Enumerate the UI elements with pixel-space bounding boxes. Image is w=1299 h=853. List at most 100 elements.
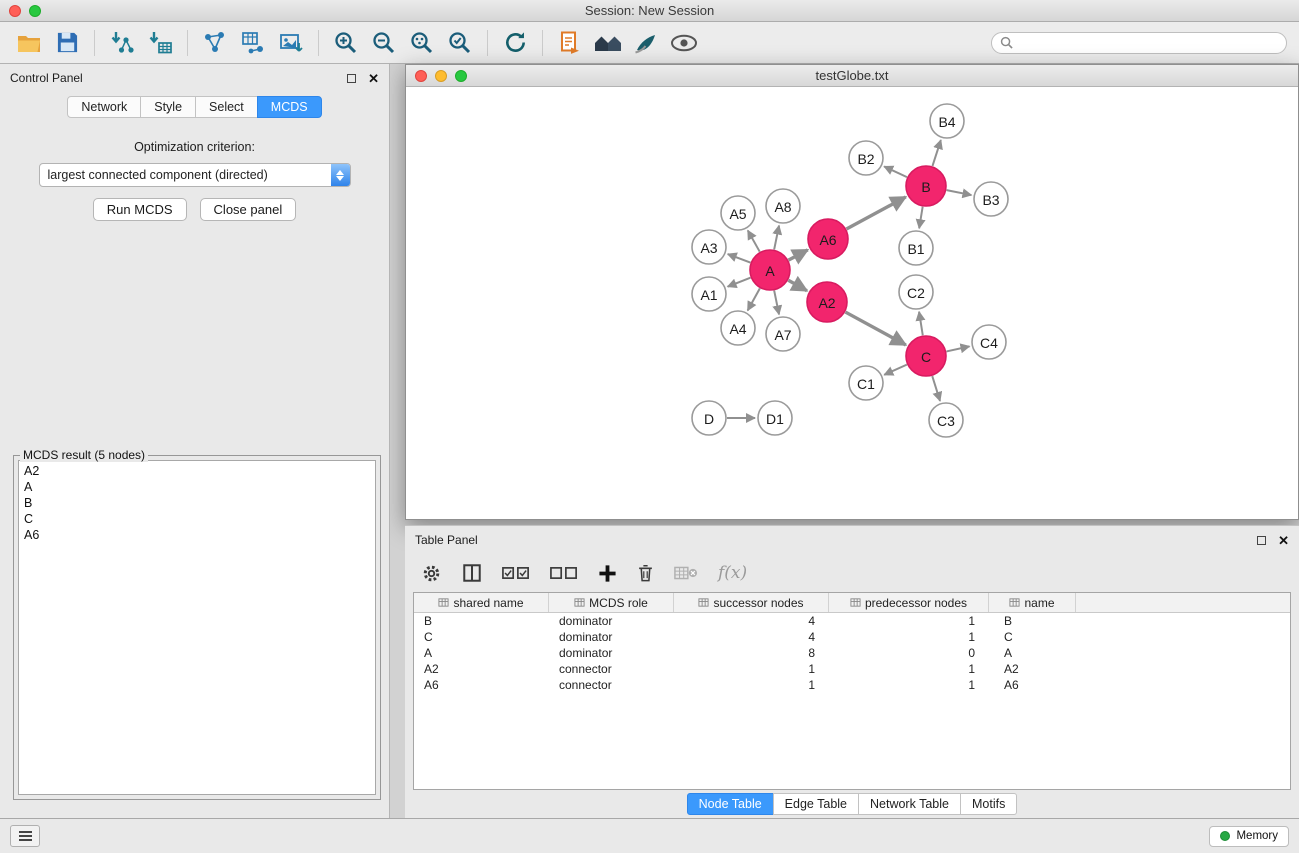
column-header-shared-name[interactable]: shared name	[414, 593, 549, 612]
node-A3[interactable]: A3	[692, 230, 726, 264]
node-A5[interactable]: A5	[721, 196, 755, 230]
tab-network[interactable]: Network	[67, 96, 141, 118]
import-network-icon[interactable]	[106, 27, 138, 59]
edge-A-A1[interactable]	[728, 278, 751, 287]
node-A1[interactable]: A1	[692, 277, 726, 311]
node-B4[interactable]: B4	[930, 104, 964, 138]
node-A7[interactable]: A7	[766, 317, 800, 351]
tab-select[interactable]: Select	[195, 96, 258, 118]
network-canvas[interactable]: B4B2BB3A5A8A6B1A3AC2A1A2A4A7CC4C1C3DD1	[406, 87, 1298, 519]
edge-A-A7[interactable]	[774, 291, 779, 315]
search-field[interactable]	[991, 32, 1287, 54]
edge-B-B2[interactable]	[884, 166, 907, 177]
refresh-icon[interactable]	[499, 27, 531, 59]
node-A6[interactable]: A6	[808, 219, 848, 259]
zoom-fit-icon[interactable]	[406, 27, 438, 59]
node-C4[interactable]: C4	[972, 325, 1006, 359]
result-item[interactable]: A	[24, 479, 370, 495]
result-item[interactable]: B	[24, 495, 370, 511]
float-table-panel-icon[interactable]	[1257, 536, 1266, 545]
edge-A-A4[interactable]	[748, 288, 760, 310]
memory-button[interactable]: Memory	[1209, 826, 1289, 847]
close-panel-button[interactable]: Close panel	[200, 198, 297, 221]
zoom-in-icon[interactable]	[330, 27, 362, 59]
table-settings-gear-icon[interactable]	[421, 563, 442, 584]
run-mcds-button[interactable]: Run MCDS	[93, 198, 187, 221]
export-image-icon[interactable]	[275, 27, 307, 59]
eye-icon[interactable]	[668, 27, 700, 59]
new-network-icon[interactable]	[199, 27, 231, 59]
home-icon[interactable]	[592, 27, 624, 59]
edge-B-B1[interactable]	[919, 207, 922, 229]
column-header-MCDS-role[interactable]: MCDS role	[549, 593, 674, 612]
node-C1[interactable]: C1	[849, 366, 883, 400]
node-C3[interactable]: C3	[929, 403, 963, 437]
import-table-icon[interactable]	[144, 27, 176, 59]
node-A4[interactable]: A4	[721, 311, 755, 345]
table-row[interactable]: Cdominator41C	[414, 629, 1290, 645]
node-C2[interactable]: C2	[899, 275, 933, 309]
edge-A-A6[interactable]	[789, 250, 808, 260]
node-D[interactable]: D	[692, 401, 726, 435]
node-A[interactable]: A	[750, 250, 790, 290]
float-panel-icon[interactable]	[347, 74, 356, 83]
optimization-criterion-dropdown[interactable]: largest connected component (directed)	[39, 163, 351, 187]
column-header-name[interactable]: name	[989, 593, 1076, 612]
edge-B-B3[interactable]	[947, 190, 972, 195]
node-C[interactable]: C	[906, 336, 946, 376]
edge-A-A8[interactable]	[774, 226, 779, 250]
tab-motifs[interactable]: Motifs	[960, 793, 1017, 815]
network-window-titlebar[interactable]: testGlobe.txt	[406, 65, 1298, 87]
table-row[interactable]: A2connector11A2	[414, 661, 1290, 677]
tab-style[interactable]: Style	[140, 96, 196, 118]
node-A8[interactable]: A8	[766, 189, 800, 223]
deselect-all-icon[interactable]	[550, 565, 578, 581]
node-B2[interactable]: B2	[849, 141, 883, 175]
column-header-successor-nodes[interactable]: successor nodes	[674, 593, 829, 612]
tab-edge-table[interactable]: Edge Table	[773, 793, 859, 815]
network-close-button[interactable]	[415, 70, 427, 82]
edge-A6-B[interactable]	[846, 197, 905, 229]
function-builder-icon[interactable]: f(x)	[718, 563, 747, 583]
network-zoom-button[interactable]	[455, 70, 467, 82]
tab-network-table[interactable]: Network Table	[858, 793, 961, 815]
edge-C-C3[interactable]	[932, 376, 940, 401]
table-row[interactable]: Adominator80A	[414, 645, 1290, 661]
edge-A-A5[interactable]	[748, 230, 760, 251]
network-table-icon[interactable]	[237, 27, 269, 59]
close-panel-icon[interactable]: ✕	[368, 72, 379, 85]
tab-mcds[interactable]: MCDS	[257, 96, 322, 118]
node-B1[interactable]: B1	[899, 231, 933, 265]
mcds-result-list[interactable]: A2ABCA6	[18, 460, 376, 795]
edge-B-B4[interactable]	[932, 140, 940, 166]
brush-icon[interactable]	[630, 27, 662, 59]
table-row[interactable]: Bdominator41B	[414, 613, 1290, 629]
close-table-panel-icon[interactable]: ✕	[1278, 534, 1289, 547]
delete-table-icon[interactable]	[674, 565, 698, 581]
result-item[interactable]: A6	[24, 527, 370, 543]
node-D1[interactable]: D1	[758, 401, 792, 435]
edge-A2-C[interactable]	[845, 312, 905, 345]
edge-A-A2[interactable]	[788, 280, 807, 290]
open-session-icon[interactable]	[13, 27, 45, 59]
edge-A-A3[interactable]	[728, 254, 751, 263]
result-item[interactable]: A2	[24, 463, 370, 479]
network-minimize-button[interactable]	[435, 70, 447, 82]
column-header-predecessor-nodes[interactable]: predecessor nodes	[829, 593, 989, 612]
node-B3[interactable]: B3	[974, 182, 1008, 216]
add-column-icon[interactable]	[598, 564, 617, 583]
edge-C-C4[interactable]	[946, 346, 969, 351]
zoom-out-icon[interactable]	[368, 27, 400, 59]
zoom-window-button[interactable]	[29, 5, 41, 17]
show-columns-icon[interactable]	[462, 563, 482, 583]
zoom-selected-icon[interactable]	[444, 27, 476, 59]
node-B[interactable]: B	[906, 166, 946, 206]
document-export-icon[interactable]	[554, 27, 586, 59]
edge-C-C1[interactable]	[884, 365, 907, 375]
edge-C-C2[interactable]	[919, 312, 923, 335]
close-window-button[interactable]	[9, 5, 21, 17]
result-item[interactable]: C	[24, 511, 370, 527]
table-row[interactable]: A6connector11A6	[414, 677, 1290, 693]
show-panels-button[interactable]	[10, 825, 40, 847]
search-input[interactable]	[1018, 36, 1278, 50]
